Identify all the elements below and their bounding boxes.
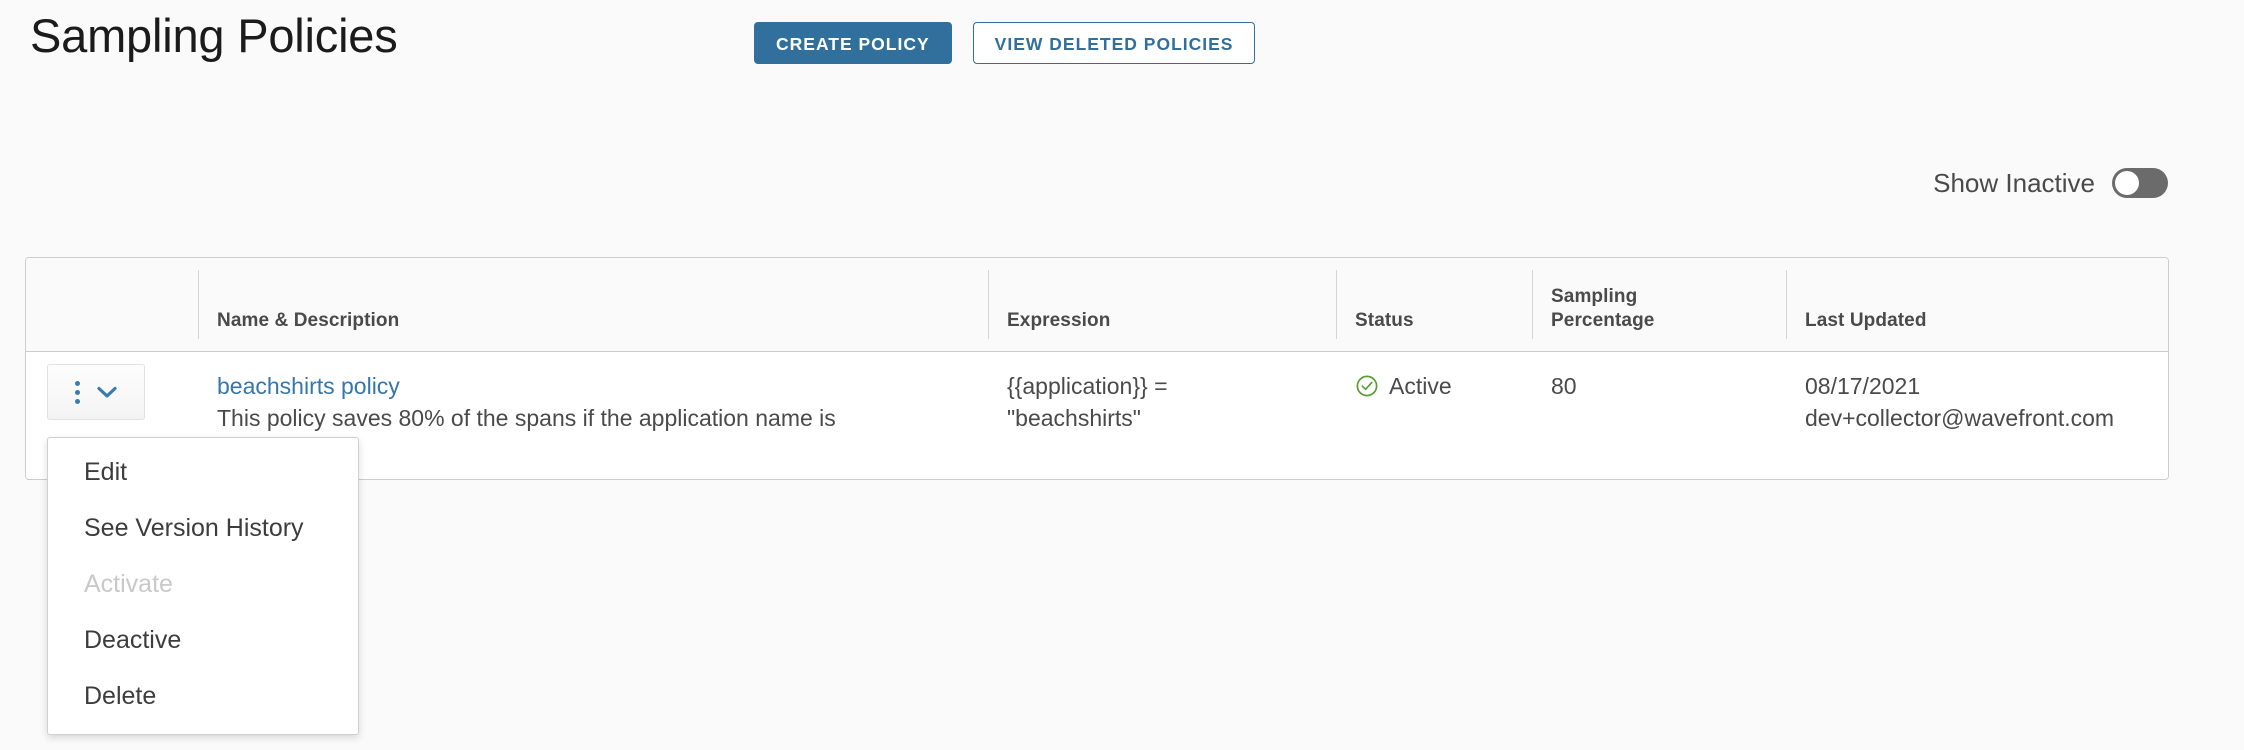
column-header-actions bbox=[26, 258, 198, 351]
row-sampling-cell: 80 bbox=[1532, 352, 1786, 479]
show-inactive-label: Show Inactive bbox=[1933, 168, 2095, 198]
menu-item-deactive[interactable]: Deactive bbox=[48, 612, 358, 668]
sampling-percentage-value: 80 bbox=[1551, 373, 1577, 399]
column-header-sampling: Sampling Percentage bbox=[1532, 258, 1786, 351]
show-inactive-toggle[interactable] bbox=[2112, 168, 2168, 198]
page-header: Sampling Policies CREATE POLICY VIEW DEL… bbox=[0, 0, 2244, 96]
chevron-down-icon bbox=[97, 386, 117, 399]
column-header-updated: Last Updated bbox=[1786, 258, 2168, 351]
policy-name-link[interactable]: beachshirts policy bbox=[217, 370, 836, 402]
header-actions: CREATE POLICY VIEW DELETED POLICIES bbox=[754, 22, 1256, 64]
menu-item-edit[interactable]: Edit bbox=[48, 444, 358, 500]
column-header-status: Status bbox=[1336, 258, 1532, 351]
status-badge: Active bbox=[1355, 370, 1452, 402]
kebab-menu-icon bbox=[75, 380, 80, 404]
row-expression-cell: {{application}} = "beachshirts" bbox=[988, 352, 1336, 479]
menu-item-see-version-history[interactable]: See Version History bbox=[48, 500, 358, 556]
row-updated-cell: 08/17/2021 dev+collector@wavefront.com bbox=[1786, 352, 2168, 479]
create-policy-button[interactable]: CREATE POLICY bbox=[754, 22, 952, 64]
view-deleted-policies-button[interactable]: VIEW DELETED POLICIES bbox=[972, 22, 1256, 64]
column-header-expression: Expression bbox=[988, 258, 1336, 351]
column-header-sampling-label: Sampling Percentage bbox=[1551, 286, 1655, 331]
column-header-expression-label: Expression bbox=[1007, 310, 1111, 331]
menu-item-delete[interactable]: Delete bbox=[48, 668, 358, 724]
column-header-name-label: Name & Description bbox=[217, 310, 400, 331]
policy-description: This policy saves 80% of the spans if th… bbox=[217, 405, 836, 431]
row-actions-menu-button[interactable] bbox=[47, 364, 145, 420]
column-header-updated-label: Last Updated bbox=[1805, 310, 1927, 331]
policy-expression: {{application}} = "beachshirts" bbox=[1007, 373, 1168, 431]
table-header-row: Name & Description Expression Status Sam… bbox=[26, 258, 2168, 352]
column-header-status-label: Status bbox=[1355, 310, 1414, 331]
last-updated-date: 08/17/2021 bbox=[1805, 373, 1921, 399]
status-label: Active bbox=[1389, 373, 1452, 399]
last-updated-by: dev+collector@wavefront.com bbox=[1805, 405, 2115, 431]
show-inactive-row: Show Inactive bbox=[1933, 168, 2168, 198]
row-status-cell: Active bbox=[1336, 352, 1532, 479]
column-header-name: Name & Description bbox=[198, 258, 988, 351]
menu-item-activate: Activate bbox=[84, 570, 173, 598]
check-circle-icon bbox=[1355, 374, 1379, 398]
page-title: Sampling Policies bbox=[30, 9, 398, 62]
toggle-knob bbox=[2115, 171, 2139, 195]
row-actions-dropdown: Edit See Version History Activate Deacti… bbox=[47, 437, 359, 735]
